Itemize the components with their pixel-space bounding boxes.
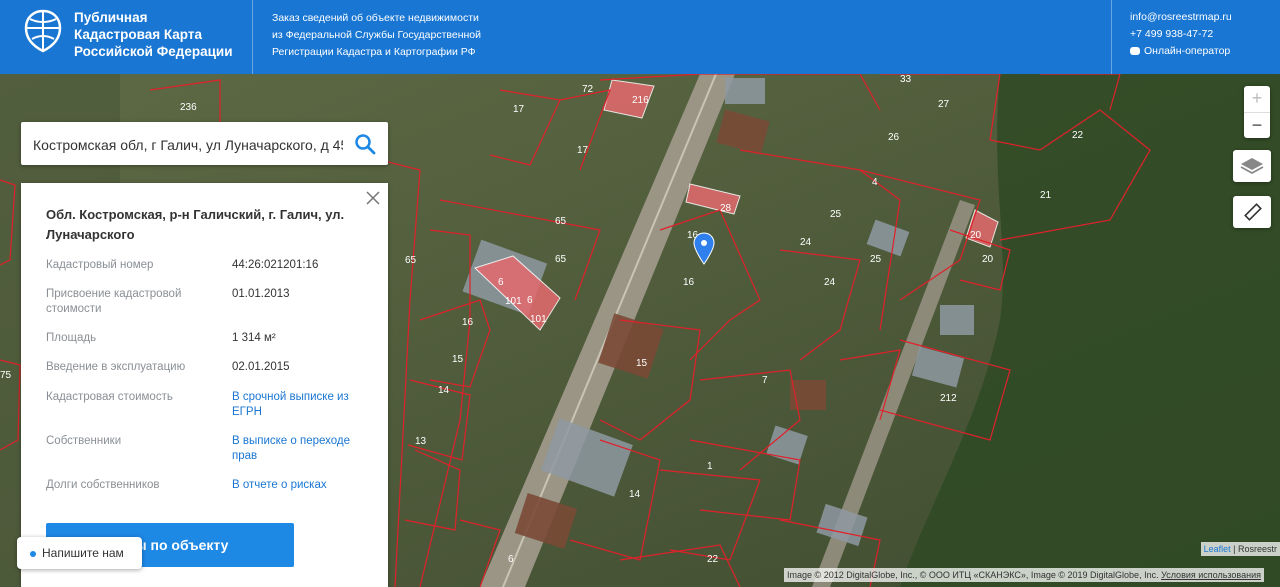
search-icon[interactable] xyxy=(354,133,376,155)
parcel-number: 22 xyxy=(707,554,719,565)
parcel-number: 1 xyxy=(707,461,713,472)
brand-title[interactable]: Публичная Кадастровая Карта Российской Ф… xyxy=(74,9,233,60)
parcel-number: 15 xyxy=(636,358,648,369)
info-label: Площадь xyxy=(46,332,97,344)
terms-of-use-link[interactable]: Условия использования xyxy=(1161,570,1261,580)
parcel-number: 14 xyxy=(438,385,450,396)
parcel-number: 75 xyxy=(0,370,12,381)
info-label: Кадастровая стоимость xyxy=(46,391,173,403)
parcel-number: 6 xyxy=(527,295,533,306)
logo-globe-shield-icon[interactable] xyxy=(24,9,62,53)
site-header: Публичная Кадастровая Карта Российской Ф… xyxy=(0,0,1280,74)
phone-link[interactable]: +7 499 938-47-72 xyxy=(1130,26,1232,43)
parcel-number: 17 xyxy=(577,145,589,156)
egrn-extract-link[interactable]: В срочной выписке из ЕГРН xyxy=(232,390,372,419)
parcel-number: 16 xyxy=(683,277,695,288)
parcel-number: 216 xyxy=(632,95,649,106)
info-value: 44:26:021201:16 xyxy=(232,259,319,271)
object-info-panel: Обл. Костромская, р-н Галичский, г. Гали… xyxy=(21,183,388,587)
parcel-number: 6 xyxy=(498,277,504,288)
zoom-control: + − xyxy=(1244,86,1270,138)
close-icon[interactable] xyxy=(366,191,380,205)
search-input[interactable] xyxy=(31,122,345,167)
online-operator-label: Онлайн-оператор xyxy=(1144,45,1231,57)
header-divider xyxy=(252,0,253,74)
brand-line: Российской Федерации xyxy=(74,44,233,59)
info-value: 02.01.2015 xyxy=(232,361,290,373)
info-label: Долги собственников xyxy=(46,479,160,491)
parcel-number: 33 xyxy=(900,74,912,85)
leaflet-link[interactable]: Leaflet xyxy=(1204,544,1231,554)
parcel-number: 65 xyxy=(405,255,417,266)
parcel-number: 26 xyxy=(888,132,900,143)
chat-icon xyxy=(1130,47,1140,56)
online-operator-link[interactable]: Онлайн-оператор xyxy=(1130,43,1232,60)
email-link[interactable]: info@rosreestrmap.ru xyxy=(1130,9,1232,26)
parcel-number: 6 xyxy=(508,554,514,565)
contact-block: info@rosreestrmap.ru +7 499 938-47-72 Он… xyxy=(1130,9,1232,60)
parcel-number: 65 xyxy=(555,254,567,265)
info-label: Введение в эксплуатацию xyxy=(46,361,186,373)
parcel-number: 7 xyxy=(762,375,768,386)
parcel-number: 16 xyxy=(462,317,474,328)
service-description: Заказ сведений об объекте недвижимости и… xyxy=(272,10,481,61)
parcel-number: 27 xyxy=(938,99,950,110)
ownership-transfer-link[interactable]: В выписке о переходе прав xyxy=(232,434,372,463)
online-dot-icon xyxy=(30,550,36,557)
info-label: Присвоение кадастровой стоимости xyxy=(46,288,182,315)
header-divider xyxy=(1111,0,1112,74)
parcel-number: 24 xyxy=(824,277,836,288)
info-label: Собственники xyxy=(46,435,122,447)
parcel-number: 212 xyxy=(940,393,957,404)
chat-widget-button[interactable]: Напишите нам xyxy=(17,537,142,569)
risk-report-link[interactable]: В отчете о рисках xyxy=(232,478,372,493)
ruler-icon xyxy=(1244,203,1262,221)
service-line: из Федеральной Службы Государственной xyxy=(272,29,481,41)
rosreestr-source: Rosreestr xyxy=(1237,544,1277,554)
info-value: 01.01.2013 xyxy=(232,288,290,300)
parcel-number: 17 xyxy=(513,104,525,115)
layers-icon xyxy=(1240,158,1264,175)
layers-button[interactable] xyxy=(1233,150,1271,182)
parcel-number: 21 xyxy=(1040,190,1052,201)
info-value: 1 314 м² xyxy=(232,332,276,344)
chat-widget-label: Напишите нам xyxy=(42,546,124,560)
parcel-number: 101 xyxy=(530,314,547,325)
parcel-number: 28 xyxy=(720,203,732,214)
parcel-number: 4 xyxy=(872,177,878,188)
zoom-out-button[interactable]: − xyxy=(1244,113,1270,139)
brand-line: Публичная xyxy=(74,10,148,25)
address-search xyxy=(21,122,388,167)
parcel-number: 14 xyxy=(629,489,641,500)
service-line: Регистрации Кадастра и Картографии РФ xyxy=(272,46,476,58)
info-label: Кадастровый номер xyxy=(46,259,154,271)
zoom-in-button[interactable]: + xyxy=(1244,86,1270,113)
parcel-number: 65 xyxy=(555,216,567,227)
parcel-number: 13 xyxy=(415,436,427,447)
ruler-button[interactable] xyxy=(1233,196,1271,228)
parcel-number: 236 xyxy=(180,102,197,113)
parcel-number: 20 xyxy=(970,230,982,241)
object-address-title: Обл. Костромская, р-н Галичский, г. Гали… xyxy=(46,207,345,242)
imagery-copyright: Image © 2012 DigitalGlobe, Inc., © ООО И… xyxy=(787,570,1159,580)
map-attribution: Leaflet | Rosreestr xyxy=(1200,542,1280,556)
parcel-number: 22 xyxy=(1072,130,1084,141)
parcel-number: 20 xyxy=(982,254,994,265)
parcel-number: 72 xyxy=(582,84,594,95)
brand-line: Кадастровая Карта xyxy=(74,27,202,42)
parcel-number: 101 xyxy=(505,296,522,307)
imagery-attribution: Image © 2012 DigitalGlobe, Inc., © ООО И… xyxy=(784,568,1264,582)
parcel-number: 24 xyxy=(800,237,812,248)
parcel-number: 25 xyxy=(830,209,842,220)
parcel-number: 25 xyxy=(870,254,882,265)
parcel-number: 15 xyxy=(452,354,464,365)
service-line: Заказ сведений об объекте недвижимости xyxy=(272,12,479,24)
